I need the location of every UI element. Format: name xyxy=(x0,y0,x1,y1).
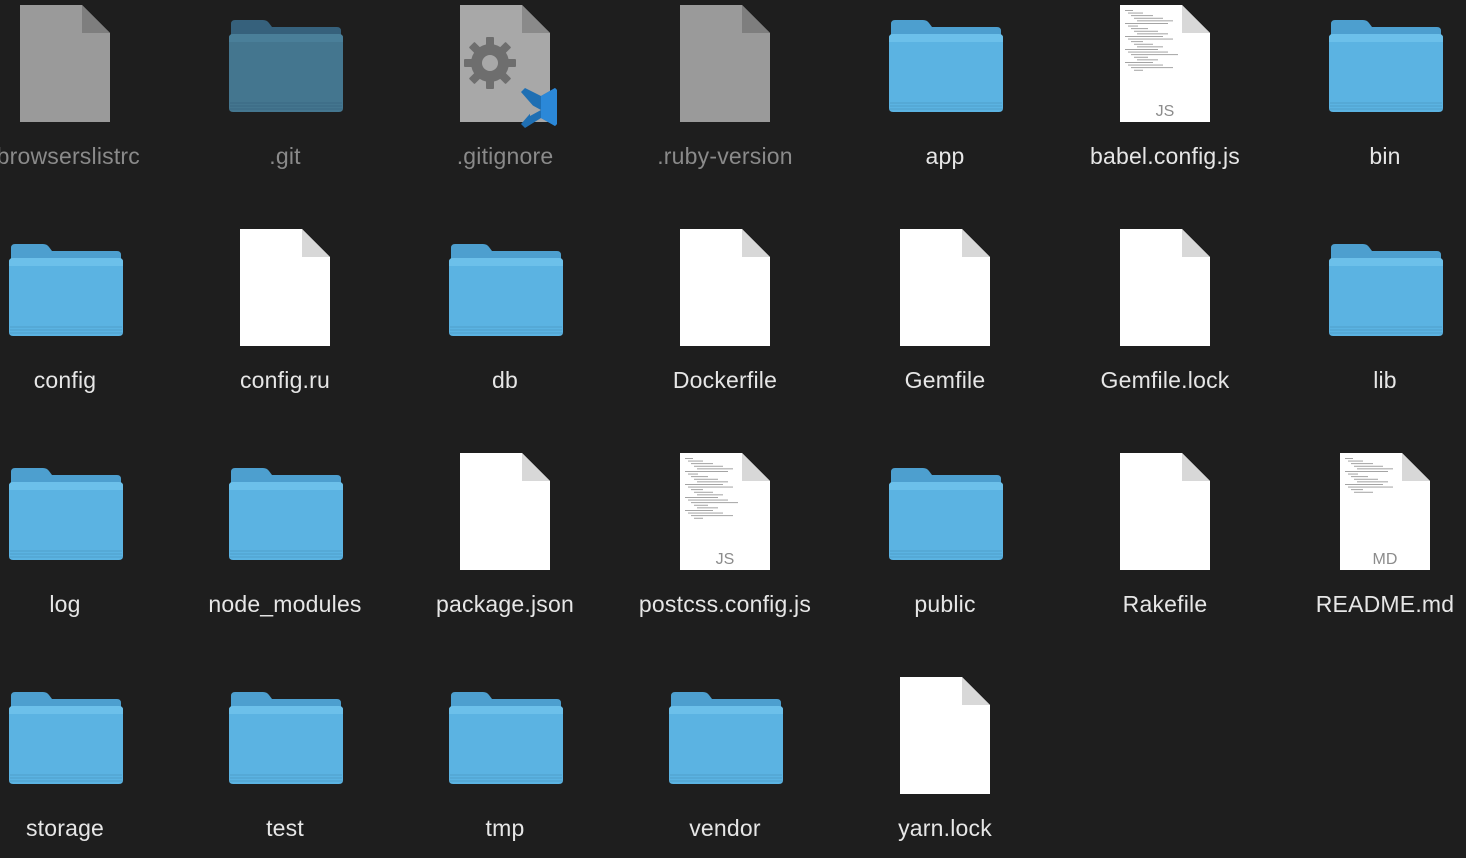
file-item-gemfile-lock[interactable]: Gemfile.lock xyxy=(1055,224,1275,448)
js-file-icon: JS xyxy=(1105,0,1225,130)
file-grid: .browserslistrc .git .gitignore .ruby-ve… xyxy=(0,0,1466,858)
document-icon xyxy=(665,224,785,354)
file-name-label: bin xyxy=(1369,143,1401,169)
file-name-label: postcss.config.js xyxy=(638,591,812,617)
file-name-label: test xyxy=(266,815,304,841)
file-item-yarn-lock[interactable]: yarn.lock xyxy=(835,672,1055,858)
folder-icon xyxy=(225,448,345,578)
file-type-badge: JS xyxy=(716,551,735,568)
folder-icon xyxy=(445,672,565,802)
folder-icon xyxy=(445,224,565,354)
markdown-file-icon: MD xyxy=(1325,448,1445,578)
file-type-badge: JS xyxy=(1156,103,1175,120)
file-item-config[interactable]: config xyxy=(0,224,175,448)
file-item-db[interactable]: db xyxy=(395,224,615,448)
folder-icon xyxy=(5,448,125,578)
document-icon xyxy=(885,224,1005,354)
folder-icon xyxy=(5,672,125,802)
file-item-dot-gitignore[interactable]: .gitignore xyxy=(395,0,615,224)
file-name-label: app xyxy=(925,143,965,169)
file-item-dockerfile[interactable]: Dockerfile xyxy=(615,224,835,448)
file-item-storage[interactable]: storage xyxy=(0,672,175,858)
document-icon xyxy=(885,672,1005,802)
file-item-rakefile[interactable]: Rakefile xyxy=(1055,448,1275,672)
document-icon xyxy=(445,448,565,578)
file-name-label: Gemfile.lock xyxy=(1100,367,1230,393)
file-name-label: db xyxy=(492,367,518,393)
file-item-log[interactable]: log xyxy=(0,448,175,672)
file-name-label: .ruby-version xyxy=(657,143,793,169)
file-item-test[interactable]: test xyxy=(175,672,395,858)
file-name-label: log xyxy=(49,591,81,617)
file-name-label: yarn.lock xyxy=(898,815,992,841)
document-icon xyxy=(5,0,125,130)
folder-icon xyxy=(1325,0,1445,130)
file-name-label: vendor xyxy=(689,815,761,841)
file-name-label: .gitignore xyxy=(456,143,554,169)
folder-icon xyxy=(885,448,1005,578)
js-file-icon: JS xyxy=(665,448,785,578)
folder-icon xyxy=(1325,224,1445,354)
file-name-label: package.json xyxy=(436,591,574,617)
folder-icon xyxy=(225,672,345,802)
file-name-label: Dockerfile xyxy=(672,367,778,393)
file-name-label: Gemfile xyxy=(904,367,986,393)
file-name-label: tmp xyxy=(485,815,525,841)
file-name-label: storage xyxy=(25,815,105,841)
file-name-label: .git xyxy=(269,143,301,169)
file-item-dot-ruby-version[interactable]: .ruby-version xyxy=(615,0,835,224)
file-name-label: .browserslistrc xyxy=(0,143,140,169)
file-item-tmp[interactable]: tmp xyxy=(395,672,615,858)
finder-icon-view: .browserslistrc .git .gitignore .ruby-ve… xyxy=(0,0,1466,858)
document-icon xyxy=(1105,224,1225,354)
file-name-label: Rakefile xyxy=(1122,591,1208,617)
document-icon xyxy=(225,224,345,354)
file-name-label: README.md xyxy=(1315,591,1455,617)
folder-icon xyxy=(885,0,1005,130)
folder-icon xyxy=(5,224,125,354)
file-name-label: config.ru xyxy=(239,367,330,393)
file-item-gemfile[interactable]: Gemfile xyxy=(835,224,1055,448)
folder-icon xyxy=(665,672,785,802)
file-item-public[interactable]: public xyxy=(835,448,1055,672)
file-name-label: config xyxy=(33,367,97,393)
file-name-label: lib xyxy=(1373,367,1397,393)
document-icon xyxy=(1105,448,1225,578)
file-type-badge: MD xyxy=(1373,551,1398,568)
document-icon xyxy=(665,0,785,130)
file-item-node-modules[interactable]: node_modules xyxy=(175,448,395,672)
file-name-label: public xyxy=(914,591,976,617)
file-item-readme-md[interactable]: MD README.md xyxy=(1275,448,1466,672)
file-item-dot-git[interactable]: .git xyxy=(175,0,395,224)
file-item-lib[interactable]: lib xyxy=(1275,224,1466,448)
file-item-dot-browserslistrc[interactable]: .browserslistrc xyxy=(0,0,175,224)
file-item-bin[interactable]: bin xyxy=(1275,0,1466,224)
file-item-vendor[interactable]: vendor xyxy=(615,672,835,858)
gear-icon xyxy=(445,0,565,130)
file-item-postcss-config-js[interactable]: JS postcss.config.js xyxy=(615,448,835,672)
folder-icon xyxy=(225,0,345,130)
file-item-babel-config-js[interactable]: JS babel.config.js xyxy=(1055,0,1275,224)
file-name-label: node_modules xyxy=(208,591,362,617)
file-item-config-ru[interactable]: config.ru xyxy=(175,224,395,448)
file-item-package-json[interactable]: package.json xyxy=(395,448,615,672)
file-name-label: babel.config.js xyxy=(1089,143,1241,169)
file-item-app[interactable]: app xyxy=(835,0,1055,224)
